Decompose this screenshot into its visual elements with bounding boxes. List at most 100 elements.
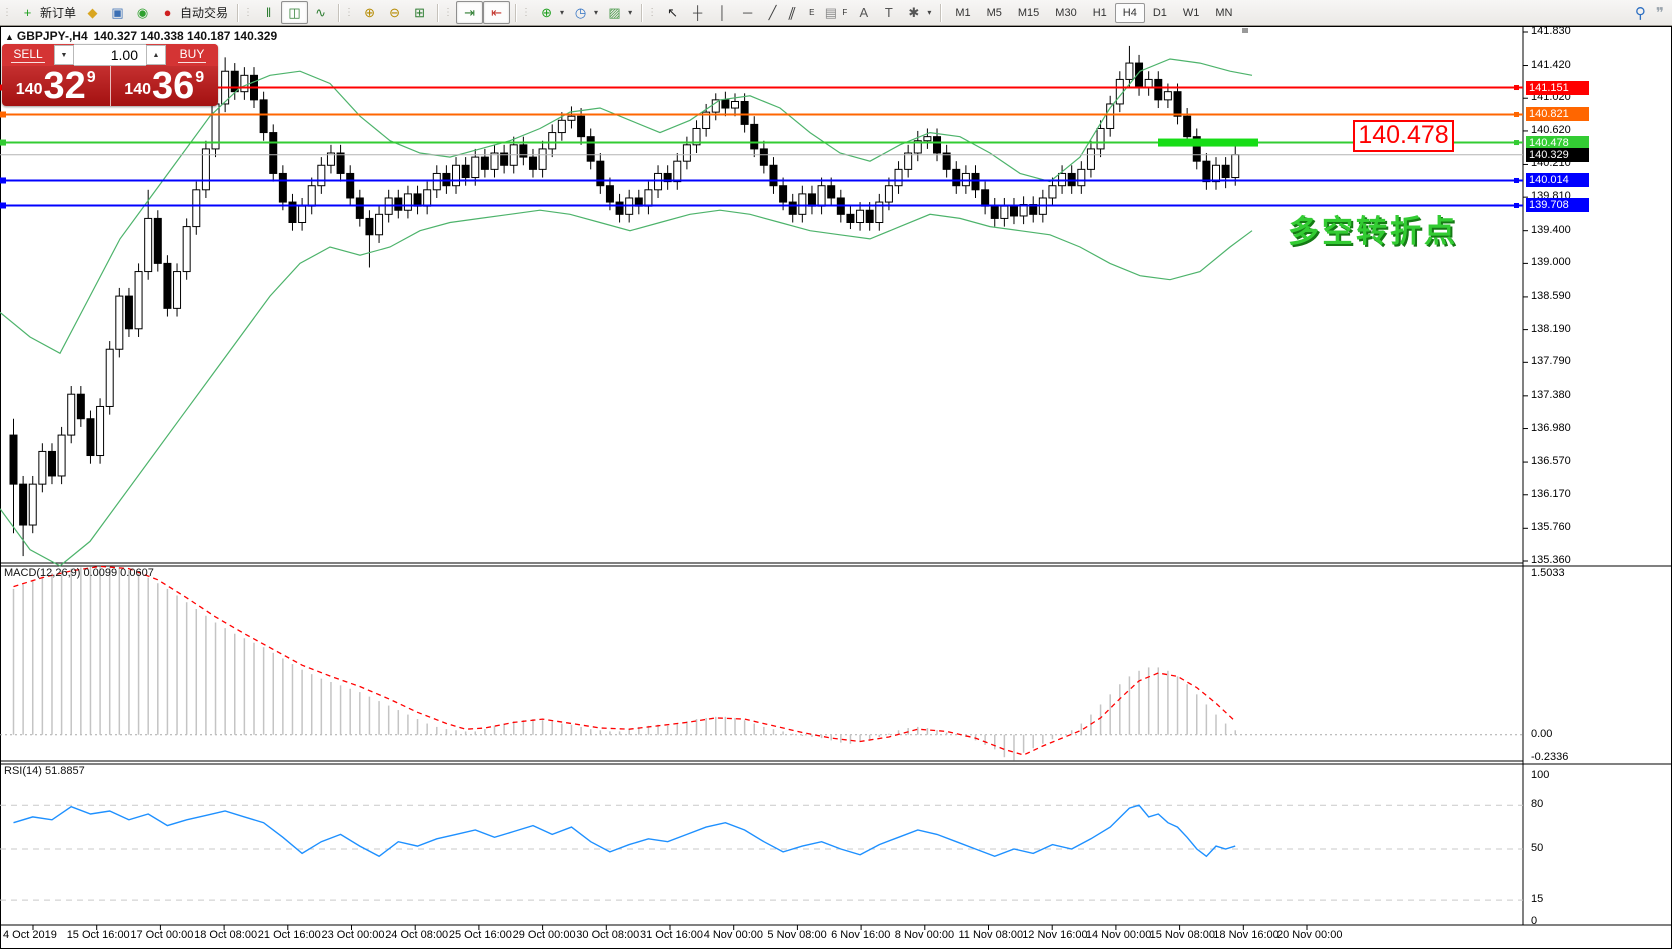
candle-body[interactable] xyxy=(828,186,835,198)
chat-icon[interactable]: ❞ xyxy=(1656,4,1664,22)
candle-body[interactable] xyxy=(481,157,488,169)
volume-increase-button[interactable]: ▲ xyxy=(146,45,166,65)
candle-body[interactable] xyxy=(1203,161,1210,181)
candle-body[interactable] xyxy=(558,120,565,132)
date-axis-label[interactable]: 18 Oct 08:00 xyxy=(194,929,257,941)
sell-button[interactable]: SELL xyxy=(2,44,54,66)
auto-scroll-button[interactable]: ⇥ xyxy=(456,1,483,24)
candle-body[interactable] xyxy=(982,190,989,206)
candle-body[interactable] xyxy=(645,190,652,206)
date-axis-label[interactable]: 21 Oct 16:00 xyxy=(258,929,321,941)
chart-shift-button[interactable]: ⇤ xyxy=(483,1,510,24)
candle-body[interactable] xyxy=(356,198,363,218)
volume-decrease-button[interactable]: ▼ xyxy=(54,45,74,65)
candle-body[interactable] xyxy=(270,133,277,174)
candle-body[interactable] xyxy=(39,451,46,484)
buy-button[interactable]: BUY xyxy=(166,44,218,66)
candle-body[interactable] xyxy=(1097,128,1104,148)
candle-body[interactable] xyxy=(606,186,613,202)
new-order-button[interactable]: +新订单 xyxy=(15,2,80,23)
highlighted-level-segment[interactable] xyxy=(1158,139,1258,147)
candle-body[interactable] xyxy=(231,71,238,91)
candle-body[interactable] xyxy=(578,116,585,136)
date-axis-label[interactable]: 14 Nov 00:00 xyxy=(1086,929,1151,941)
candle-body[interactable] xyxy=(934,137,941,153)
date-axis-label[interactable]: 20 Nov 00:00 xyxy=(1277,929,1342,941)
candle-body[interactable] xyxy=(789,202,796,214)
candle-body[interactable] xyxy=(905,153,912,169)
candle-body[interactable] xyxy=(491,153,498,169)
volume-input[interactable]: 1.00 xyxy=(74,44,146,66)
price-callout-label[interactable]: 140.478 xyxy=(1353,120,1454,152)
candle-body[interactable] xyxy=(780,186,787,202)
date-axis-label[interactable]: 18 Nov 16:00 xyxy=(1213,929,1278,941)
timeframe-d1-button[interactable]: D1 xyxy=(1145,3,1175,23)
candle-body[interactable] xyxy=(1164,92,1171,100)
candle-body[interactable] xyxy=(732,101,739,108)
candle-body[interactable] xyxy=(10,435,17,484)
candle-body[interactable] xyxy=(943,153,950,169)
timeframe-mn-button[interactable]: MN xyxy=(1207,3,1240,23)
candle-body[interactable] xyxy=(770,165,777,185)
timeframe-w1-button[interactable]: W1 xyxy=(1175,3,1208,23)
candle-body[interactable] xyxy=(77,394,84,419)
fibonacci-button[interactable]: ▤F xyxy=(818,2,851,23)
candle-body[interactable] xyxy=(1126,63,1133,79)
candle-body[interactable] xyxy=(568,116,575,120)
bars-chart-button[interactable]: ‖ xyxy=(256,2,281,23)
search-icon[interactable]: ⚲ xyxy=(1635,4,1646,22)
candle-body[interactable] xyxy=(260,100,267,133)
candle-body[interactable] xyxy=(116,296,123,349)
buy-price[interactable]: 140369 xyxy=(111,66,219,106)
candle-body[interactable] xyxy=(414,194,421,206)
candle-body[interactable] xyxy=(1010,206,1017,216)
candle-body[interactable] xyxy=(318,165,325,185)
candlestick-chart-button[interactable]: ◫ xyxy=(281,1,308,24)
candle-body[interactable] xyxy=(924,137,931,141)
date-axis-label[interactable]: 6 Nov 16:00 xyxy=(831,929,890,941)
candle-body[interactable] xyxy=(135,272,142,329)
new-chart-button[interactable]: ⊕▾ xyxy=(534,2,568,23)
timeframe-m1-button[interactable]: M1 xyxy=(947,3,978,23)
text-label-button[interactable]: T xyxy=(876,2,901,23)
candle-body[interactable] xyxy=(972,173,979,189)
zoom-out-button[interactable]: ⊖ xyxy=(382,2,407,23)
candle-body[interactable] xyxy=(1001,206,1008,218)
date-axis-label[interactable]: 8 Nov 00:00 xyxy=(895,929,954,941)
autotrading-button[interactable]: ●自动交易 xyxy=(155,2,232,23)
candle-body[interactable] xyxy=(895,169,902,185)
candle-body[interactable] xyxy=(1232,155,1239,178)
candle-body[interactable] xyxy=(674,161,681,181)
candle-body[interactable] xyxy=(857,210,864,222)
candle-body[interactable] xyxy=(1174,92,1181,117)
line-chart-button[interactable]: ∿ xyxy=(308,2,333,23)
horizontal-line-button[interactable]: ─ xyxy=(735,2,760,23)
candle-body[interactable] xyxy=(347,173,354,198)
date-axis-label[interactable]: 11 Nov 08:00 xyxy=(959,929,1024,941)
candle-body[interactable] xyxy=(616,202,623,214)
candle-body[interactable] xyxy=(97,406,104,455)
candle-body[interactable] xyxy=(366,218,373,234)
timeframe-m15-button[interactable]: M15 xyxy=(1010,3,1047,23)
zoom-in-button[interactable]: ⊕ xyxy=(357,2,382,23)
candle-body[interactable] xyxy=(164,263,171,308)
candle-body[interactable] xyxy=(433,173,440,189)
cursor-button[interactable]: ↖ xyxy=(660,2,685,23)
date-axis-label[interactable]: 17 Oct 00:00 xyxy=(130,929,193,941)
date-axis-label[interactable]: 15 Nov 08:00 xyxy=(1150,929,1215,941)
terminal-button[interactable]: ▣ xyxy=(105,2,130,23)
candle-body[interactable] xyxy=(520,145,527,157)
date-axis-label[interactable]: 12 Nov 16:00 xyxy=(1022,929,1087,941)
text-button[interactable]: A xyxy=(851,2,876,23)
candle-body[interactable] xyxy=(885,186,892,202)
candle-body[interactable] xyxy=(1145,79,1152,87)
candle-body[interactable] xyxy=(741,101,748,124)
collapse-triangle-icon[interactable]: ▲ xyxy=(5,32,14,42)
candle-body[interactable] xyxy=(48,451,55,476)
candle-body[interactable] xyxy=(376,214,383,234)
candle-body[interactable] xyxy=(539,149,546,169)
candle-body[interactable] xyxy=(453,165,460,185)
date-axis-label[interactable]: 4 Nov 00:00 xyxy=(704,929,763,941)
candle-body[interactable] xyxy=(991,206,998,218)
vertical-line-button[interactable]: │ xyxy=(710,2,735,23)
